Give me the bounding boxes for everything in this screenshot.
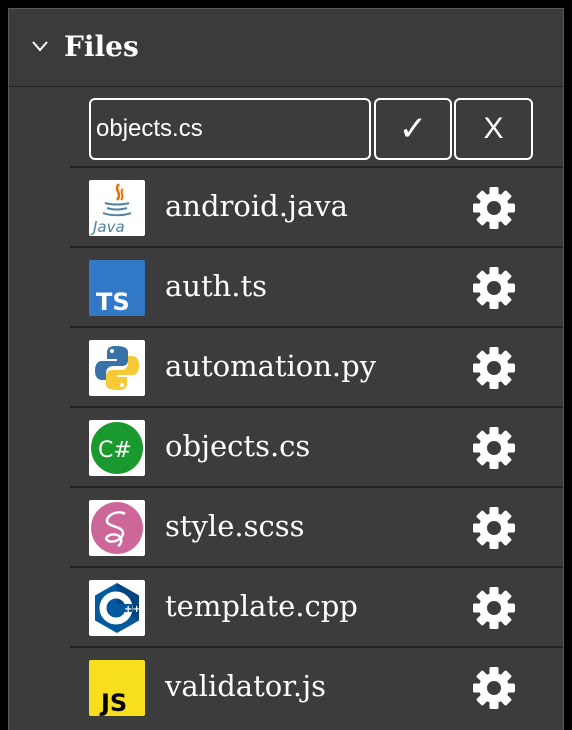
rename-row: ✓ X: [70, 88, 563, 168]
gear-icon[interactable]: [471, 345, 517, 391]
file-name: validator.js: [165, 669, 326, 703]
file-row[interactable]: JS validator.js: [70, 648, 563, 728]
panel-title: Files: [64, 30, 139, 63]
gear-icon[interactable]: [471, 665, 517, 711]
files-header[interactable]: Files: [9, 9, 563, 87]
svg-text:++: ++: [124, 604, 141, 615]
csharp-icon: C#: [89, 420, 145, 476]
files-panel: Files ✓ X Java android.java: [8, 8, 564, 730]
rename-input[interactable]: [89, 98, 371, 160]
sass-icon: [89, 500, 145, 556]
gear-icon[interactable]: [471, 505, 517, 551]
typescript-icon: TS: [89, 260, 145, 316]
svg-text:JS: JS: [99, 689, 127, 716]
gear-icon[interactable]: [471, 425, 517, 471]
python-icon: [89, 340, 145, 396]
file-row[interactable]: C# objects.cs: [70, 408, 563, 488]
file-row[interactable]: automation.py: [70, 328, 563, 408]
file-row[interactable]: style.scss: [70, 488, 563, 568]
file-row[interactable]: ++ template.cpp: [70, 568, 563, 648]
gear-icon[interactable]: [471, 185, 517, 231]
file-name: automation.py: [165, 349, 377, 383]
file-row[interactable]: TS auth.ts: [70, 248, 563, 328]
chevron-down-icon[interactable]: [29, 35, 51, 57]
cancel-rename-button[interactable]: X: [454, 98, 533, 160]
javascript-icon: JS: [89, 660, 145, 716]
file-name: template.cpp: [165, 589, 358, 623]
svg-text:C#: C#: [98, 438, 132, 463]
cpp-icon: ++: [89, 580, 145, 636]
file-name: android.java: [165, 189, 348, 223]
gear-icon[interactable]: [471, 265, 517, 311]
java-icon: Java: [89, 180, 145, 236]
gear-icon[interactable]: [471, 585, 517, 631]
file-name: auth.ts: [165, 269, 268, 303]
svg-text:Java: Java: [90, 218, 125, 236]
file-row[interactable]: Java android.java: [70, 168, 563, 248]
file-name: style.scss: [165, 509, 305, 543]
file-name: objects.cs: [165, 429, 311, 463]
svg-text:TS: TS: [96, 288, 130, 316]
confirm-rename-button[interactable]: ✓: [374, 98, 452, 160]
